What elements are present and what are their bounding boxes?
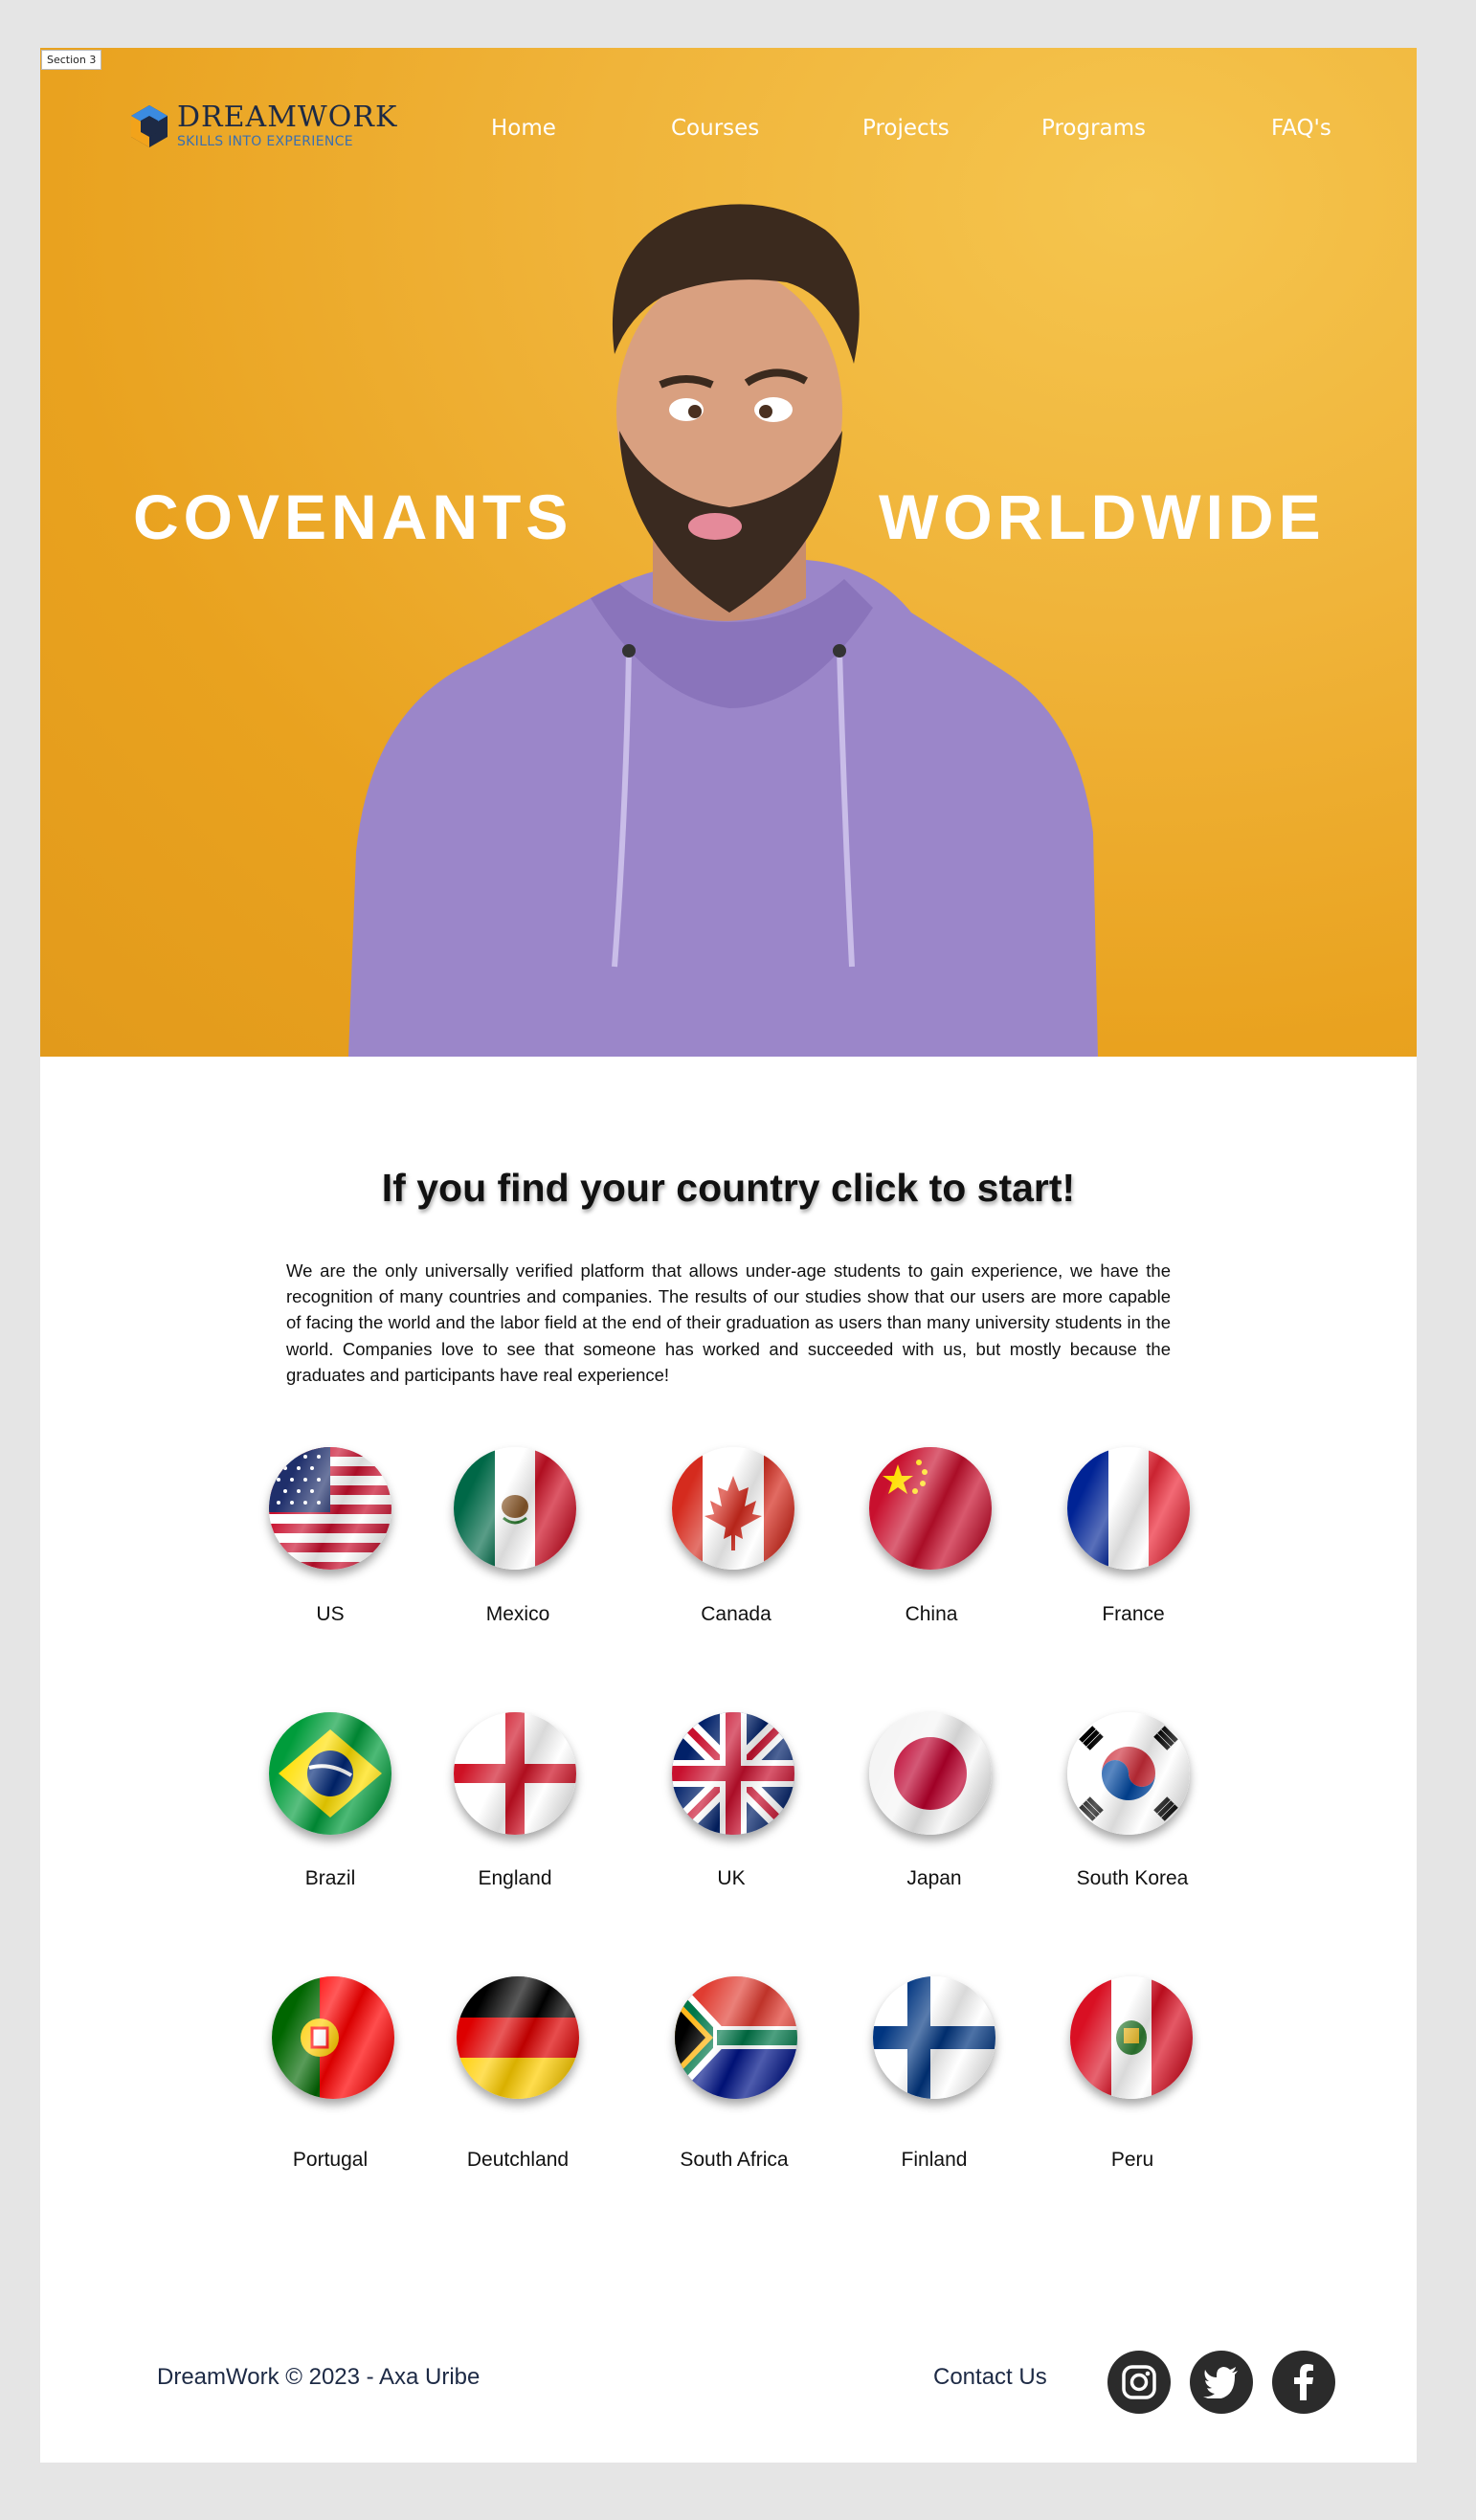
flag-mexico[interactable] xyxy=(454,1447,576,1570)
main-nav: Home Courses Projects Programs FAQ's xyxy=(40,116,1417,145)
nav-home[interactable]: Home xyxy=(491,116,556,141)
facebook-button[interactable] xyxy=(1272,2351,1335,2414)
flag-portugal[interactable] xyxy=(272,1976,394,2099)
country-label-canada[interactable]: Canada xyxy=(640,1603,832,1626)
flag-france[interactable] xyxy=(1067,1447,1190,1570)
flag-brazil[interactable] xyxy=(269,1712,391,1835)
facebook-icon xyxy=(1294,2364,1313,2400)
section-headline: If you find your country click to start! xyxy=(381,1166,1076,1210)
flag-canada[interactable] xyxy=(672,1447,794,1570)
nav-courses[interactable]: Courses xyxy=(671,116,759,141)
section-frame-label: Section 3 xyxy=(41,50,102,70)
footer-copyright: DreamWork © 2023 - Axa Uribe xyxy=(157,2364,481,2390)
nav-programs[interactable]: Programs xyxy=(1041,116,1146,141)
instagram-button[interactable] xyxy=(1107,2351,1171,2414)
hero-title-left: COVENANTS xyxy=(133,481,573,552)
country-label-south-korea[interactable]: South Korea xyxy=(1037,1867,1228,1890)
country-label-peru[interactable]: Peru xyxy=(1037,2149,1228,2172)
country-label-south-africa[interactable]: South Africa xyxy=(638,2149,830,2172)
flag-south-korea[interactable] xyxy=(1067,1712,1190,1835)
country-label-england[interactable]: England xyxy=(419,1867,611,1890)
flag-germany[interactable] xyxy=(457,1976,579,2099)
country-label-deutchland[interactable]: Deutchland xyxy=(422,2149,614,2172)
intro-paragraph: We are the only universally verified pla… xyxy=(286,1260,1171,1385)
footer-contact-link[interactable]: Contact Us xyxy=(933,2364,1047,2391)
page: DREAMWORK SKILLS INTO EXPERIENCE Home Co… xyxy=(40,48,1417,2463)
nav-projects[interactable]: Projects xyxy=(862,116,950,141)
country-label-china[interactable]: China xyxy=(836,1603,1027,1626)
flag-us[interactable] xyxy=(269,1447,391,1570)
country-label-finland[interactable]: Finland xyxy=(839,2149,1030,2172)
twitter-button[interactable] xyxy=(1190,2351,1253,2414)
flag-china[interactable] xyxy=(869,1447,992,1570)
flag-england[interactable] xyxy=(454,1712,576,1835)
nav-faqs[interactable]: FAQ's xyxy=(1271,116,1331,141)
flag-uk[interactable] xyxy=(672,1712,794,1835)
country-label-france[interactable]: France xyxy=(1038,1603,1229,1626)
country-label-japan[interactable]: Japan xyxy=(839,1867,1030,1890)
twitter-icon xyxy=(1203,2367,1238,2398)
flag-peru[interactable] xyxy=(1070,1976,1193,2099)
hero-title-right: WORLDWIDE xyxy=(879,481,1326,552)
instagram-icon xyxy=(1122,2365,1156,2399)
flag-japan[interactable] xyxy=(869,1712,992,1835)
country-label-portugal[interactable]: Portugal xyxy=(235,2149,426,2172)
flag-south-africa[interactable] xyxy=(675,1976,797,2099)
country-label-mexico[interactable]: Mexico xyxy=(422,1603,614,1626)
flag-finland[interactable] xyxy=(873,1976,995,2099)
country-label-uk[interactable]: UK xyxy=(636,1867,827,1890)
country-label-brazil[interactable]: Brazil xyxy=(235,1867,426,1890)
hero-section: DREAMWORK SKILLS INTO EXPERIENCE Home Co… xyxy=(40,48,1417,1057)
country-label-us[interactable]: US xyxy=(235,1603,426,1626)
